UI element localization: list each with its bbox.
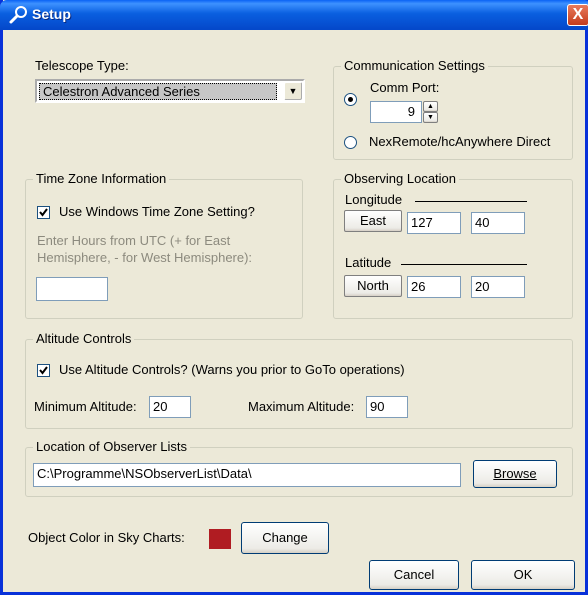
longitude-minutes-input[interactable]: 40 (471, 212, 525, 234)
latitude-direction-button[interactable]: North (344, 275, 402, 297)
telescope-type-select[interactable]: Celestron Advanced Series ▼ (35, 79, 305, 103)
timezone-legend: Time Zone Information (33, 171, 170, 186)
min-altitude-label: Minimum Altitude: (34, 399, 137, 414)
observing-location-legend: Observing Location (341, 171, 460, 186)
latitude-label: Latitude (345, 255, 392, 270)
window-title: Setup (32, 6, 71, 22)
title-bar[interactable]: Setup X (0, 0, 588, 30)
max-altitude-input[interactable]: 90 (366, 396, 408, 418)
min-altitude-input[interactable]: 20 (149, 396, 191, 418)
nexremote-radio[interactable] (344, 136, 357, 149)
latitude-degrees-input[interactable]: 26 (407, 276, 461, 298)
timezone-hint: Enter Hours from UTC (+ for East Hemisph… (37, 233, 253, 265)
timezone-checkbox[interactable] (37, 206, 50, 219)
checkmark-icon (39, 366, 48, 375)
setup-window: Setup X Telescope Type: Celestron Advanc… (0, 0, 588, 595)
checkmark-icon (39, 208, 48, 217)
cancel-button[interactable]: Cancel (369, 560, 459, 590)
altitude-checkbox-label: Use Altitude Controls? (Warns you prior … (59, 362, 405, 377)
observer-lists-legend: Location of Observer Lists (33, 439, 191, 454)
communication-settings-legend: Communication Settings (341, 58, 488, 73)
altitude-controls-legend: Altitude Controls (33, 331, 135, 346)
longitude-direction-button[interactable]: East (344, 210, 402, 232)
comm-port-label: Comm Port: (370, 80, 440, 95)
latitude-divider (401, 264, 527, 265)
object-color-label: Object Color in Sky Charts: (28, 530, 185, 545)
wrench-icon (9, 6, 27, 24)
longitude-degrees-input[interactable]: 127 (407, 212, 461, 234)
longitude-divider (415, 201, 527, 202)
comm-port-radio[interactable] (344, 93, 357, 106)
close-button[interactable]: X (567, 4, 588, 26)
comm-port-input[interactable]: 9 (370, 101, 422, 123)
altitude-checkbox[interactable] (37, 364, 50, 377)
utc-hours-input[interactable] (36, 277, 108, 301)
longitude-label: Longitude (345, 192, 403, 207)
ok-button[interactable]: OK (471, 560, 575, 590)
telescope-type-label: Telescope Type: (35, 58, 129, 73)
latitude-minutes-input[interactable]: 20 (471, 276, 525, 298)
observer-lists-path-input[interactable]: C:\Programme\NSObserverList\Data\ (33, 463, 461, 487)
telescope-type-value: Celestron Advanced Series (39, 83, 277, 100)
timezone-checkbox-label: Use Windows Time Zone Setting? (59, 204, 255, 219)
altitude-controls-group (25, 339, 573, 429)
max-altitude-label: Maximum Altitude: (248, 399, 355, 414)
nexremote-label: NexRemote/hcAnywhere Direct (369, 134, 551, 149)
change-color-button[interactable]: Change (241, 522, 329, 554)
spin-up-icon[interactable]: ▲ (423, 101, 438, 112)
object-color-swatch (209, 529, 231, 549)
close-icon: X (572, 6, 584, 23)
spin-down-icon[interactable]: ▼ (423, 112, 438, 123)
browse-button[interactable]: Browse (473, 460, 557, 488)
chevron-down-icon[interactable]: ▼ (284, 82, 302, 100)
